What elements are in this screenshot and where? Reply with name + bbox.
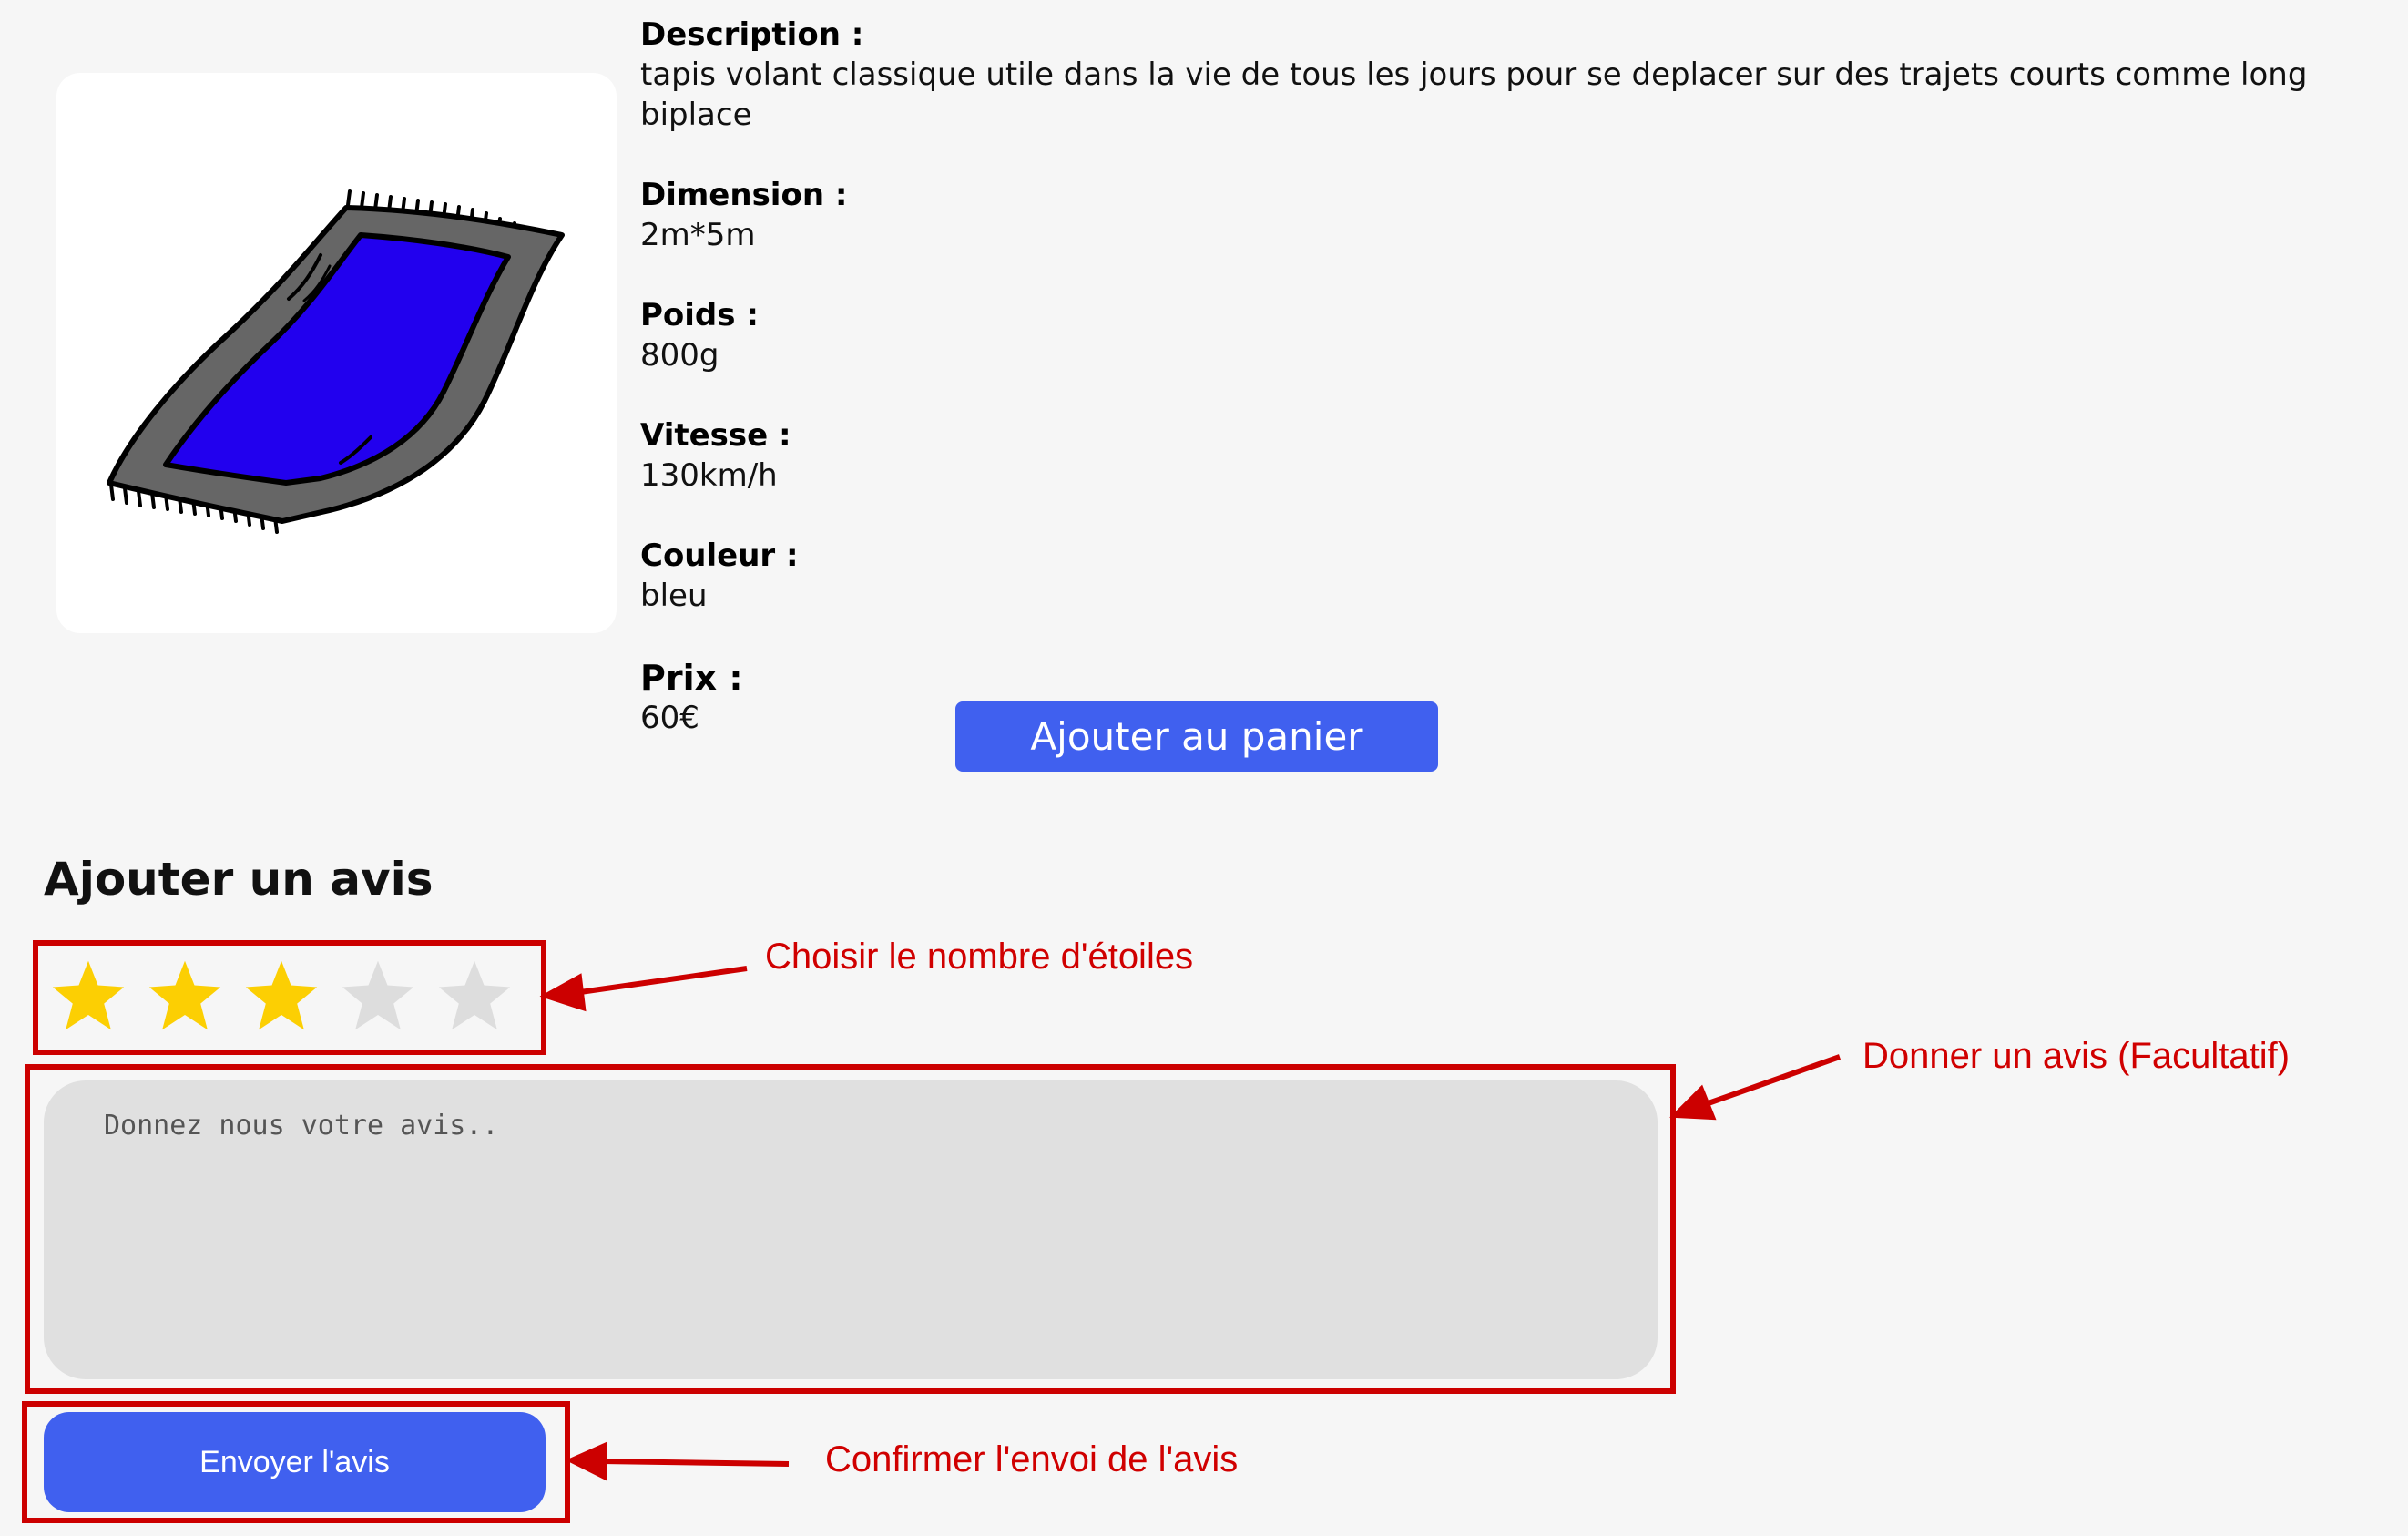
stars-arrowhead [539,973,587,1012]
price-block: Prix : 60€ [640,658,2371,738]
color-block: Couleur : bleu [640,536,2371,616]
star-filled-icon[interactable] [242,957,321,1035]
textarea-arrow [1702,1054,1841,1108]
submit-annotation: Confirmer l'envoi de l'avis [825,1439,1239,1480]
star-filled-icon[interactable] [49,957,128,1035]
dimension-value: 2m*5m [640,217,756,253]
textarea-annotation: Donner un avis (Facultatif) [1862,1036,2291,1076]
color-label: Couleur : [640,538,799,574]
star-empty-icon[interactable] [339,957,417,1035]
star-empty-icon[interactable] [435,957,514,1035]
stars-annotation: Choisir le nombre d'étoiles [765,937,1194,977]
product-info: Description : tapis volant classique uti… [640,0,2371,738]
color-value: bleu [640,578,708,614]
submit-arrowhead [565,1441,607,1481]
description-label: Description : [640,16,864,53]
flying-carpet-icon [107,189,565,534]
dimension-block: Dimension : 2m*5m [640,175,2371,255]
product-image [56,73,617,633]
star-filled-icon[interactable] [146,957,224,1035]
dimension-label: Dimension : [640,177,848,213]
review-section-title: Ajouter un avis [44,853,434,906]
stars-arrow [573,966,748,996]
weight-value: 800g [640,337,719,374]
review-textarea[interactable] [44,1080,1658,1379]
weight-label: Poids : [640,297,759,333]
speed-value: 130km/h [640,457,778,494]
weight-block: Poids : 800g [640,295,2371,375]
add-to-cart-button[interactable]: Ajouter au panier [955,701,1438,772]
price-label: Prix : [640,658,743,698]
speed-block: Vitesse : 130km/h [640,415,2371,496]
price-value: 60€ [640,700,699,736]
star-rating[interactable] [49,957,514,1035]
textarea-arrowhead [1669,1084,1717,1121]
description-block: Description : tapis volant classique uti… [640,15,2371,135]
submit-arrow [600,1459,790,1467]
description-value: tapis volant classique utile dans la vie… [640,56,2308,133]
submit-review-button[interactable]: Envoyer l'avis [44,1412,546,1512]
speed-label: Vitesse : [640,417,791,454]
